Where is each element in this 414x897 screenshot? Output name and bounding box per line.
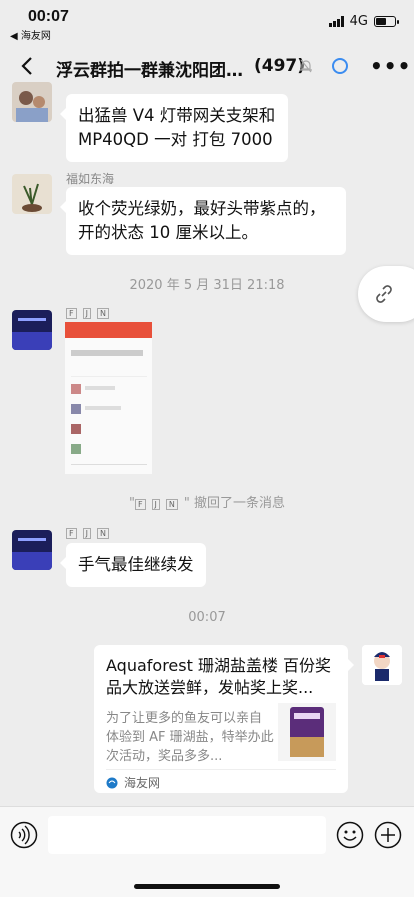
message-text: 收个荧光绿奶，最好头带紫点的，开的状态 10 厘米以上。 xyxy=(78,199,326,242)
chat-header: 浮云群拍一群兼沈阳团… (497) ••• xyxy=(0,44,414,90)
recall-notice: " F J N " 撤回了一条消息 xyxy=(128,496,286,511)
sender-tag: N xyxy=(96,308,109,319)
message-bubble[interactable]: 收个荧光绿奶，最好头带紫点的，开的状态 10 厘米以上。 xyxy=(60,187,346,255)
more-options-button[interactable]: ••• xyxy=(370,54,411,78)
recall-tag: J xyxy=(151,499,160,510)
voice-icon[interactable] xyxy=(10,821,38,849)
timestamp: 00:07 xyxy=(188,610,226,625)
card-description: 为了让更多的鱼友可以亲自体验到 AF 珊湖盐，特举办此次活动，奖品多多... xyxy=(106,711,274,764)
signal-icon xyxy=(328,16,344,27)
sender-tag: F xyxy=(66,528,77,539)
sender-tag: J xyxy=(82,308,91,319)
link-icon xyxy=(376,285,392,303)
card-source: 海友网 xyxy=(106,769,336,791)
loading-ring-icon xyxy=(332,58,348,74)
card-source-label: 海友网 xyxy=(124,776,161,790)
message-bubble[interactable]: 手气最佳继续发 xyxy=(60,543,206,587)
card-title: Aquaforest 珊湖盐盖楼 百份奖品大放送尝鲜，发帖奖上奖... xyxy=(106,656,332,697)
timestamp: 2020 年 5 月 31日 21:18 xyxy=(129,278,285,293)
avatar[interactable] xyxy=(12,530,52,570)
home-indicator[interactable] xyxy=(134,884,280,889)
status-bar: 00:07 ◀ 海友网 4G xyxy=(0,0,414,44)
sender-tag: N xyxy=(96,528,109,539)
my-avatar[interactable] xyxy=(362,645,402,685)
sender-tags: FJN xyxy=(66,305,115,319)
input-bar xyxy=(0,806,414,897)
network-label: 4G xyxy=(349,14,368,29)
avatar[interactable] xyxy=(12,310,52,350)
message-bubble[interactable]: 出猛兽 V4 灯带网关支架和 MP40QD 一对 打包 7000 xyxy=(60,94,288,162)
image-message[interactable] xyxy=(65,322,152,474)
message-text: 出猛兽 V4 灯带网关支架和 MP40QD 一对 打包 7000 xyxy=(78,106,276,149)
sender-tag: J xyxy=(82,528,91,539)
back-to-app-link[interactable]: ◀ 海友网 xyxy=(10,27,51,42)
status-indicators: 4G xyxy=(328,14,399,29)
recall-tag: N xyxy=(165,499,178,510)
avatar[interactable] xyxy=(12,82,52,122)
battery-icon xyxy=(374,16,399,27)
card-thumbnail xyxy=(278,703,336,761)
message-input[interactable] xyxy=(48,816,326,854)
recall-tag: F xyxy=(134,499,146,510)
recall-text: 撤回了一条消息 xyxy=(194,496,286,511)
mute-bell-icon xyxy=(300,59,312,73)
sender-name: 福如东海 xyxy=(66,172,115,186)
link-card[interactable]: Aquaforest 珊湖盐盖楼 百份奖品大放送尝鲜，发帖奖上奖... 为了让更… xyxy=(94,645,354,793)
sender-tag: F xyxy=(66,308,77,319)
source-logo-icon xyxy=(106,777,118,788)
back-arrow-icon[interactable] xyxy=(16,54,40,78)
plus-icon[interactable] xyxy=(374,821,402,849)
message-text: 手气最佳继续发 xyxy=(78,555,194,574)
link-float-button[interactable] xyxy=(358,266,414,322)
emoji-icon[interactable] xyxy=(336,821,364,849)
sender-tags: FJN xyxy=(66,525,115,539)
avatar[interactable] xyxy=(12,174,52,214)
status-time: 00:07 xyxy=(28,8,69,25)
